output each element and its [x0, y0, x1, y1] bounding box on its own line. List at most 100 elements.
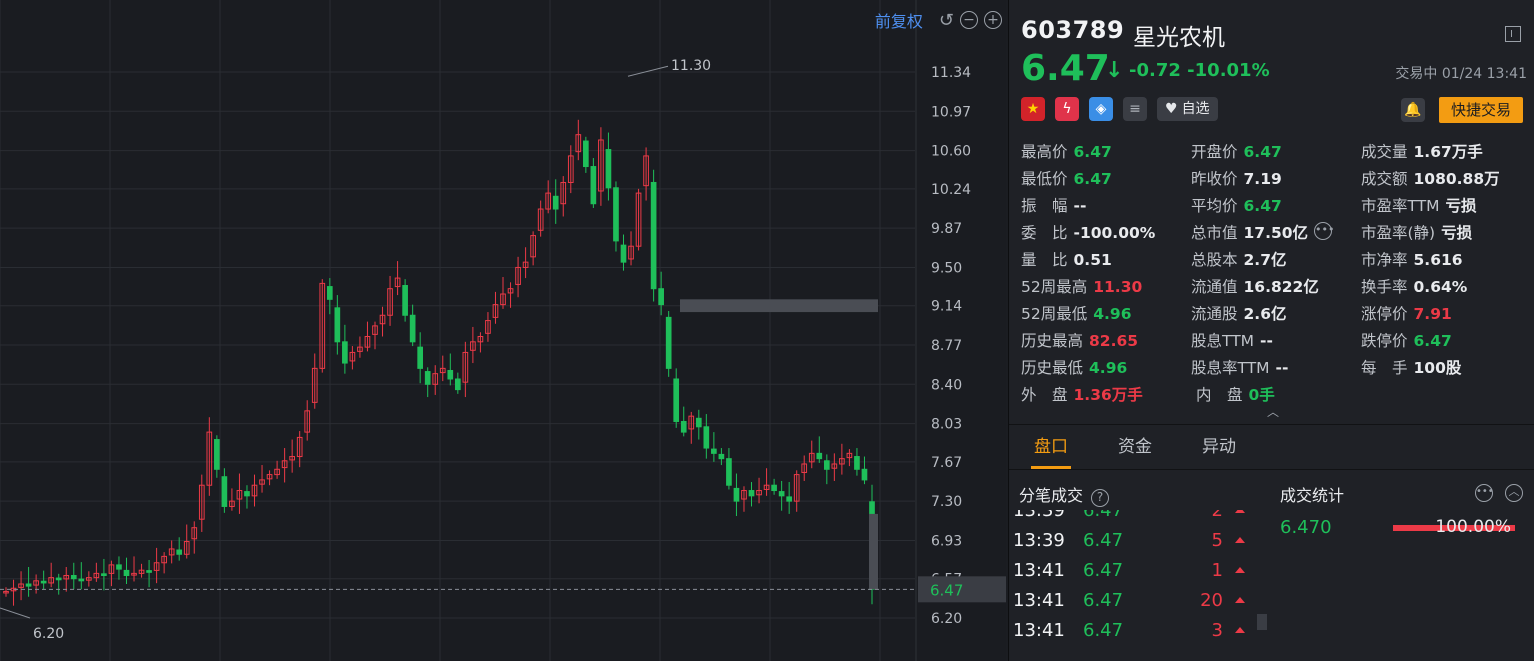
- undo-icon[interactable]: ↺: [939, 10, 954, 31]
- stats-row: 历史最高 82.65 股息TTM -- 跌停价 6.47: [1021, 330, 1531, 357]
- candle-body: [342, 341, 348, 364]
- divider: [1009, 469, 1534, 470]
- trade-stats-price: 6.470: [1280, 517, 1332, 538]
- stat-label: 成交额: [1361, 170, 1408, 188]
- change-value: -0.72: [1129, 60, 1181, 81]
- stat-label: 流通股: [1191, 305, 1238, 323]
- bell-icon[interactable]: 🔔: [1401, 98, 1425, 122]
- up-triangle-icon: [1235, 567, 1245, 573]
- lightning-icon[interactable]: ϟ: [1055, 97, 1079, 121]
- stat-item: 涨停价 7.91: [1361, 303, 1531, 330]
- tab-zijin[interactable]: 资金: [1093, 425, 1177, 469]
- stat-label: 昨收价: [1191, 170, 1238, 188]
- candle-body: [733, 487, 740, 502]
- stat-label: 平均价: [1191, 197, 1238, 215]
- y-tick-label: 9.14: [931, 299, 962, 315]
- stat-item: 股息TTM --: [1191, 330, 1361, 357]
- stat-item: 流通股 2.6亿: [1191, 303, 1361, 330]
- stat-value: -100.00%: [1073, 224, 1156, 242]
- candle-body: [726, 458, 732, 486]
- stat-value: 4.96: [1093, 305, 1132, 323]
- stat-item: 总股本 2.7亿: [1191, 249, 1361, 276]
- high-leader-line: [627, 65, 669, 77]
- y-tick-label: 9.87: [931, 221, 962, 237]
- candle-body: [123, 569, 130, 577]
- stat-item: 历史最低 4.96: [1021, 357, 1191, 384]
- tab-pankou[interactable]: 盘口: [1009, 425, 1093, 469]
- stat-item: 换手率 0.64%: [1361, 276, 1531, 303]
- stat-label: 每 手: [1361, 359, 1408, 377]
- tick-row: 13:41 6.47 1: [1009, 556, 1259, 586]
- candle-body: [650, 181, 657, 290]
- layout-icon[interactable]: [1505, 26, 1521, 42]
- trade-stats-percent: 100.00%: [1435, 517, 1511, 537]
- stat-value: 11.30: [1093, 278, 1143, 296]
- candle-body: [695, 417, 702, 428]
- stat-item: 昨收价 7.19: [1191, 168, 1361, 195]
- candle-body: [116, 564, 122, 570]
- collapse-icon[interactable]: ︿: [1267, 403, 1279, 420]
- y-tick-label: 7.67: [931, 455, 962, 471]
- ticks-scrollbar[interactable]: [1257, 614, 1267, 630]
- stat-value: 6.47: [1073, 143, 1112, 161]
- candle-body: [326, 286, 333, 300]
- candle-body: [583, 140, 589, 168]
- candle-body: [214, 439, 220, 470]
- stat-item: 外 盘 1.36万手: [1021, 384, 1196, 411]
- price-adjust-mode[interactable]: 前复权: [875, 8, 923, 32]
- zoom-in-icon[interactable]: +: [984, 11, 1002, 29]
- more-icon[interactable]: •••: [1314, 222, 1335, 240]
- stock-name: 星光农机: [1133, 25, 1225, 51]
- document-icon[interactable]: ≡: [1123, 97, 1147, 121]
- stats-row: 委 比 -100.00% 总市值 17.50亿 ••• 市盈率(静) 亏损: [1021, 222, 1531, 249]
- tag-icon[interactable]: ◈: [1089, 97, 1113, 121]
- stat-value: --: [1260, 332, 1273, 350]
- stat-label: 市盈率TTM: [1361, 197, 1440, 215]
- kline-chart[interactable]: 11.34 10.97 10.60 10.24 9.87 9.50 9.14 8.77 8.40…: [0, 0, 1006, 661]
- candle-body: [771, 484, 777, 492]
- stat-label: 委 比: [1021, 224, 1068, 242]
- y-tick-label: 8.77: [931, 338, 962, 354]
- collapse-up-icon[interactable]: ︿: [1505, 484, 1523, 502]
- help-icon[interactable]: ?: [1091, 489, 1110, 507]
- stat-value: 100股: [1413, 359, 1462, 377]
- y-tick-label: 8.03: [931, 417, 962, 433]
- stat-item: 市盈率(静) 亏损: [1361, 222, 1531, 249]
- stat-label: 52周最低: [1021, 305, 1088, 323]
- candle-body: [823, 460, 830, 470]
- stats-row: 52周最低 4.96 流通股 2.6亿 涨停价 7.91: [1021, 303, 1531, 330]
- stat-value: 7.91: [1413, 305, 1452, 323]
- zoom-out-icon[interactable]: −: [960, 11, 978, 29]
- stat-label: 市净率: [1361, 251, 1408, 269]
- candle-body: [454, 378, 461, 391]
- stat-value: 亏损: [1441, 224, 1473, 242]
- tick-price: 6.47: [1083, 560, 1124, 581]
- stat-item: 总市值 17.50亿 •••: [1191, 222, 1361, 249]
- quick-trade-button[interactable]: 快捷交易: [1439, 97, 1523, 123]
- tick-price: 6.47: [1083, 530, 1124, 551]
- watchlist-button[interactable]: ♥ 自选: [1157, 97, 1218, 121]
- stat-label: 市盈率(静): [1361, 224, 1436, 242]
- candle-body: [552, 195, 559, 210]
- stat-label: 股息TTM: [1191, 332, 1255, 350]
- candle-body: [244, 491, 250, 497]
- candle-body: [101, 573, 107, 577]
- kline-svg[interactable]: 11.34 10.97 10.60 10.24 9.87 9.50 9.14 8.77 8.40…: [0, 0, 1006, 661]
- tick-row: 13:39 6.47 5: [1009, 526, 1259, 556]
- tab-yidong[interactable]: 异动: [1177, 425, 1261, 469]
- candle-body: [778, 491, 785, 497]
- stat-label: 历史最低: [1021, 359, 1084, 377]
- tick-vol: 20: [1200, 590, 1223, 611]
- stats-row: 52周最高 11.30 流通值 16.822亿 换手率 0.64%: [1021, 276, 1531, 303]
- price-change: -0.72 -10.01%: [1129, 60, 1270, 81]
- ticks-list[interactable]: 13:39 6.47 2 13:39 6.47 5 13:41 6.47 1 13:41 6.47 2…: [1009, 510, 1259, 661]
- tick-time: 13:41: [1013, 620, 1065, 641]
- low-annotation: 6.20: [33, 626, 64, 642]
- tick-row: 13:41 6.47 20: [1009, 586, 1259, 616]
- low-leader-line: [0, 607, 31, 619]
- tick-vol: 2: [1211, 510, 1223, 521]
- candle-body: [680, 420, 687, 433]
- stat-item: 委 比 -100.00%: [1021, 222, 1191, 249]
- more-icon[interactable]: •••: [1475, 484, 1494, 502]
- stat-label: 外 盘: [1021, 386, 1068, 404]
